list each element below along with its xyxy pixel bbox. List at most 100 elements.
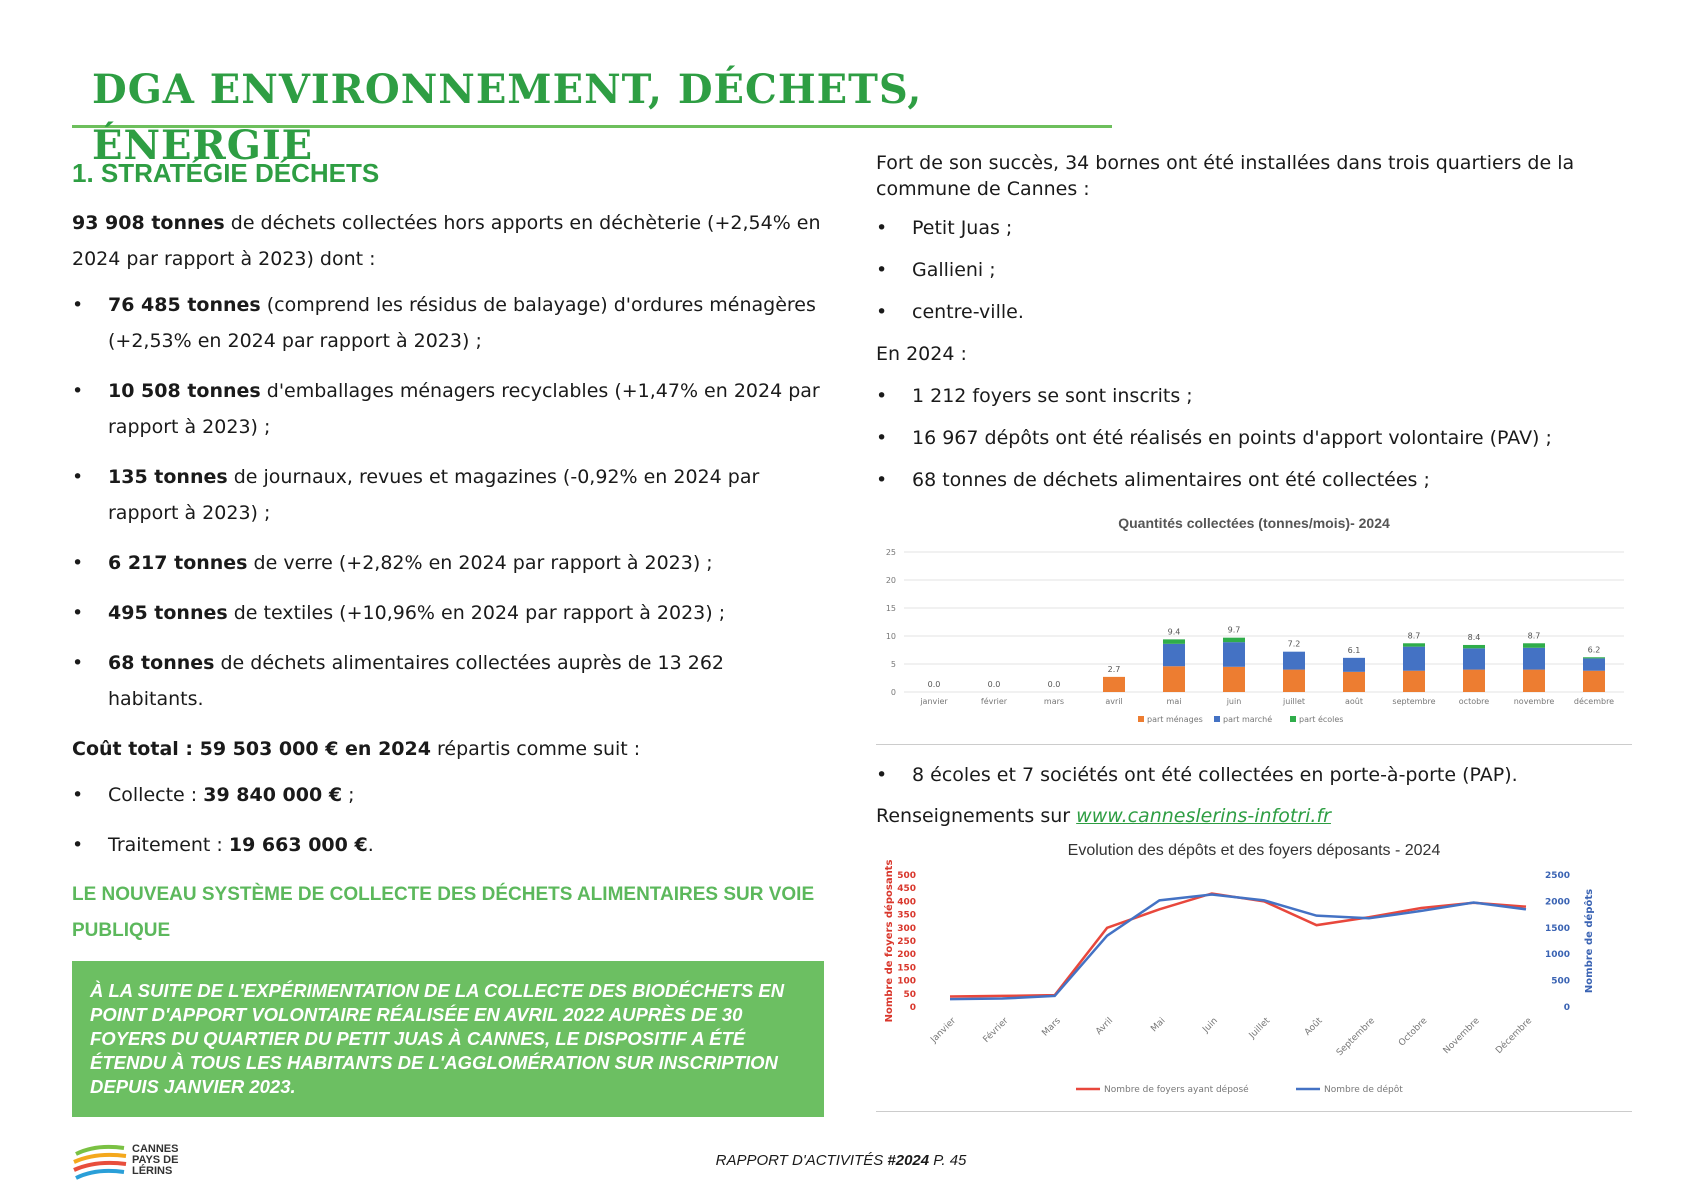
x-tick-label: septembre xyxy=(1392,697,1435,706)
report-prefix: RAPPORT D'ACTIVITÉS xyxy=(715,1152,888,1169)
y-left-tick-label: 500 xyxy=(897,871,916,881)
list-item: Traitement : 19 663 000 €. xyxy=(72,827,824,863)
renseignements-label: Renseignements sur xyxy=(876,805,1077,827)
y-left-tick-label: 450 xyxy=(897,884,916,894)
bar-segment xyxy=(1523,669,1545,692)
x-tick-label: décembre xyxy=(1574,696,1614,706)
y-left-tick-label: 100 xyxy=(897,977,916,987)
bar-segment xyxy=(1283,669,1305,692)
y-tick-label: 20 xyxy=(886,576,896,585)
legend-label: Nombre de foyers ayant déposé xyxy=(1104,1084,1249,1095)
data-label: 6.2 xyxy=(1588,645,1601,654)
y-tick-label: 15 xyxy=(886,604,896,613)
chart-title: Evolution des dépôts et des foyers dépos… xyxy=(1068,842,1441,859)
x-tick-label: août xyxy=(1345,697,1363,706)
en-2024-label: En 2024 : xyxy=(876,343,967,365)
bar-chart-svg: Quantités collectées (tonnes/mois)- 2024… xyxy=(886,515,1624,724)
data-label: 9.4 xyxy=(1168,627,1181,636)
bar-segment xyxy=(1163,666,1185,692)
bar-segment xyxy=(1583,657,1605,659)
legend-swatch xyxy=(1214,716,1220,722)
bar-segment xyxy=(1343,671,1365,692)
data-label: 0.0 xyxy=(1048,680,1061,689)
x-tick-label: Février xyxy=(981,1015,1011,1045)
x-tick-label: Avril xyxy=(1094,1016,1115,1037)
y-tick-label: 0 xyxy=(891,688,896,697)
item-bold: 6 217 tonnes xyxy=(108,552,248,574)
x-tick-label: mai xyxy=(1167,697,1182,706)
x-tick-label: Janvier xyxy=(928,1016,958,1046)
x-tick-label: mars xyxy=(1044,697,1064,706)
y-tick-label: 25 xyxy=(886,548,896,557)
x-tick-label: juin xyxy=(1226,697,1242,706)
data-label: 2.7 xyxy=(1108,665,1121,674)
x-tick-label: Août xyxy=(1303,1016,1325,1038)
y-right-tick-label: 1500 xyxy=(1545,924,1570,934)
y-left-tick-label: 400 xyxy=(897,897,916,907)
data-label: 0.0 xyxy=(928,680,941,689)
cost-bold: Coût total : 59 503 000 € en 2024 xyxy=(72,738,431,760)
x-tick-label: avril xyxy=(1105,697,1122,706)
subsection-title: LE NOUVEAU SYSTÈME DE COLLECTE DES DÉCHE… xyxy=(72,884,815,941)
footer-page-label: RAPPORT D'ACTIVITÉS #2024 P. 45 xyxy=(0,1152,1682,1169)
bar-segment xyxy=(1163,639,1185,644)
bar-segment xyxy=(1463,648,1485,670)
x-tick-label: Mars xyxy=(1040,1016,1063,1039)
y-right-tick-label: 1000 xyxy=(1545,950,1570,960)
renseignements-paragraph: Renseignements sur www.canneslerins-info… xyxy=(876,799,1632,833)
cost-value: 39 840 000 € xyxy=(203,784,343,806)
list-item: 68 tonnes de déchets alimentaires collec… xyxy=(72,645,824,717)
list-item: 16 967 dépôts ont été réalisés en points… xyxy=(876,420,1632,456)
item-rest: de textiles (+10,96% en 2024 par rapport… xyxy=(227,602,726,624)
quartiers-list: Petit Juas ; Gallieni ; centre-ville. xyxy=(876,210,1632,330)
infotri-link[interactable]: www.canneslerins-infotri.fr xyxy=(1076,805,1331,827)
x-tick-label: juillet xyxy=(1282,697,1305,706)
bar-segment xyxy=(1523,647,1545,670)
cost-value: 19 663 000 € xyxy=(228,834,368,856)
x-tick-label: janvier xyxy=(919,697,948,706)
list-item: 1 212 foyers se sont inscrits ; xyxy=(876,378,1632,414)
bar-segment xyxy=(1403,670,1425,692)
section-title: 1. STRATÉGIE DÉCHETS xyxy=(72,158,380,188)
page-header: DGA ENVIRONNEMENT, DÉCHETS, ÉNERGIE xyxy=(72,62,1112,169)
legend-label: Nombre de dépôt xyxy=(1324,1084,1403,1095)
y-right-tick-label: 500 xyxy=(1551,977,1570,987)
bar-segment xyxy=(1223,642,1245,667)
data-label: 8.7 xyxy=(1408,631,1421,640)
list-item: centre-ville. xyxy=(876,294,1632,330)
item-bold: 10 508 tonnes xyxy=(108,380,261,402)
highlight-box: À LA SUITE DE L'EXPÉRIMENTATION DE LA CO… xyxy=(72,961,824,1117)
x-tick-label: Décembre xyxy=(1493,1015,1534,1056)
legend-swatch xyxy=(1290,716,1296,722)
list-item: 76 485 tonnes (comprend les résidus de b… xyxy=(72,287,824,359)
data-label: 7.2 xyxy=(1288,640,1301,649)
y-right-tick-label: 2000 xyxy=(1545,897,1570,907)
intro-bold: 93 908 tonnes xyxy=(72,212,225,234)
y-left-tick-label: 50 xyxy=(903,990,916,1000)
bar-chart-quantites: Quantités collectées (tonnes/mois)- 2024… xyxy=(876,508,1632,745)
item-bold: 68 tonnes xyxy=(108,652,215,674)
y-right-axis-label: Nombre de dépôts xyxy=(1583,889,1595,993)
legend-label: part ménages xyxy=(1147,714,1203,724)
y-left-tick-label: 200 xyxy=(897,950,916,960)
right-column: Fort de son succès, 34 bornes ont été in… xyxy=(876,150,1632,1112)
bar-segment xyxy=(1223,666,1245,692)
item-bold: 135 tonnes xyxy=(108,466,228,488)
report-page: P. 45 xyxy=(929,1152,967,1169)
list-item: Gallieni ; xyxy=(876,252,1632,288)
bar-segment xyxy=(1583,670,1605,692)
cost-suffix: ; xyxy=(342,784,355,806)
left-column: 1. STRATÉGIE DÉCHETS 93 908 tonnes de dé… xyxy=(72,150,824,1117)
bar-segment xyxy=(1403,646,1425,671)
y-left-tick-label: 300 xyxy=(897,924,916,934)
y-right-tick-label: 0 xyxy=(1564,1003,1570,1013)
cost-rest: répartis comme suit : xyxy=(430,738,641,760)
y-left-tick-label: 350 xyxy=(897,911,916,921)
data-label: 9.7 xyxy=(1228,626,1241,635)
x-tick-label: Mai xyxy=(1149,1016,1167,1034)
bar-segment xyxy=(1163,643,1185,667)
legend-label: part marché xyxy=(1223,714,1272,724)
bar-segment xyxy=(1283,651,1305,670)
list-item: 135 tonnes de journaux, revues et magazi… xyxy=(72,459,824,531)
list-item: 10 508 tonnes d'emballages ménagers recy… xyxy=(72,373,824,445)
